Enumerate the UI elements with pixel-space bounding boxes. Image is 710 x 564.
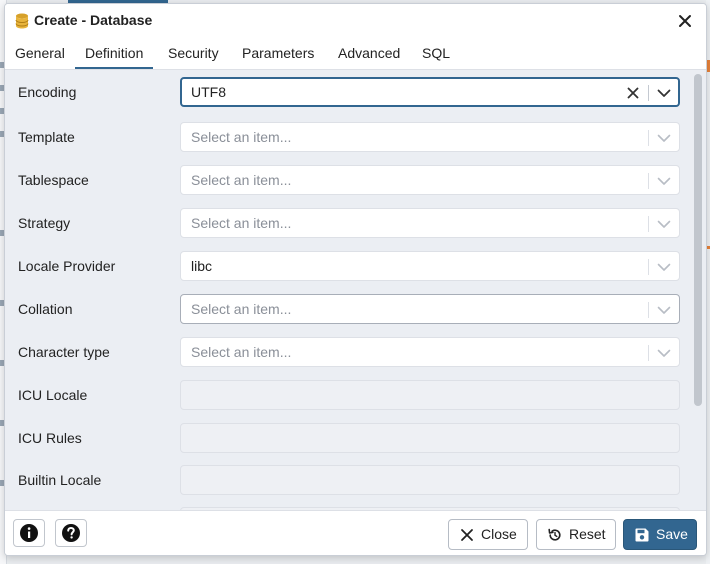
chevron-down-icon[interactable] (656, 302, 672, 318)
tab-security[interactable]: Security (158, 38, 229, 69)
dialog-tabs: General Definition Security Parameters A… (5, 38, 706, 70)
strategy-row: Strategy Select an item... (5, 208, 695, 240)
builtin-locale-label: Builtin Locale (18, 472, 102, 488)
help-button[interactable] (55, 519, 87, 547)
close-button-label: Close (481, 526, 517, 542)
reset-button-label: Reset (569, 526, 606, 542)
builtin-locale-input (180, 465, 680, 495)
chevron-down-icon[interactable] (656, 173, 672, 189)
chevron-down-icon[interactable] (656, 85, 672, 101)
close-button[interactable]: Close (448, 519, 528, 550)
locale-provider-select[interactable]: libc (180, 251, 680, 281)
icu-rules-row: ICU Rules (5, 423, 695, 455)
definition-form: Encoding UTF8 Template Select an item... (5, 70, 706, 510)
close-icon[interactable] (676, 12, 694, 30)
save-button[interactable]: Save (623, 519, 697, 550)
template-select[interactable]: Select an item... (180, 122, 680, 152)
icu-rules-label: ICU Rules (18, 430, 82, 446)
tab-parameters[interactable]: Parameters (232, 38, 324, 69)
strategy-placeholder: Select an item... (191, 215, 292, 231)
collation-select[interactable]: Select an item... (180, 294, 680, 324)
clear-icon[interactable] (625, 85, 641, 101)
select-separator (648, 345, 649, 361)
form-scrollbar[interactable] (694, 74, 702, 406)
dialog-title: Create - Database (34, 12, 153, 28)
chevron-down-icon[interactable] (656, 130, 672, 146)
chevron-down-icon[interactable] (656, 259, 672, 275)
icu-locale-input (180, 380, 680, 410)
tab-definition[interactable]: Definition (75, 38, 154, 69)
database-icon (15, 13, 29, 29)
builtin-locale-row: Builtin Locale (5, 465, 695, 497)
select-separator (648, 173, 649, 189)
select-separator (648, 216, 649, 232)
encoding-select[interactable]: UTF8 (180, 77, 680, 107)
tablespace-placeholder: Select an item... (191, 172, 292, 188)
locale-provider-label: Locale Provider (18, 258, 116, 274)
save-button-label: Save (656, 526, 688, 542)
close-icon (461, 529, 473, 541)
chevron-down-icon[interactable] (656, 345, 672, 361)
encoding-label: Encoding (18, 84, 77, 100)
dialog-titlebar: Create - Database (5, 4, 706, 39)
help-icon (62, 524, 80, 542)
template-row: Template Select an item... (5, 122, 695, 154)
icu-locale-row: ICU Locale (5, 380, 695, 412)
select-separator (648, 85, 649, 101)
template-placeholder: Select an item... (191, 129, 292, 145)
info-button[interactable] (13, 519, 45, 547)
strategy-select[interactable]: Select an item... (180, 208, 680, 238)
tablespace-label: Tablespace (18, 172, 89, 188)
select-separator (648, 259, 649, 275)
character-type-row: Character type Select an item... (5, 337, 695, 369)
reset-icon (548, 528, 561, 541)
tab-advanced[interactable]: Advanced (328, 38, 410, 69)
encoding-value: UTF8 (191, 84, 226, 100)
template-label: Template (18, 129, 75, 145)
info-icon (20, 524, 38, 542)
tab-general[interactable]: General (5, 38, 75, 69)
save-icon (635, 528, 649, 542)
icu-locale-label: ICU Locale (18, 387, 88, 403)
character-type-label: Character type (18, 344, 110, 360)
select-separator (648, 302, 649, 318)
strategy-label: Strategy (18, 215, 71, 231)
locale-provider-value: libc (191, 258, 213, 274)
chevron-down-icon[interactable] (656, 216, 672, 232)
dialog-footer: Close Reset Save (5, 510, 706, 555)
tab-sql[interactable]: SQL (412, 38, 460, 69)
locale-provider-row: Locale Provider libc (5, 251, 695, 283)
collation-label: Collation (18, 301, 73, 317)
character-type-placeholder: Select an item... (191, 344, 292, 360)
tablespace-select[interactable]: Select an item... (180, 165, 680, 195)
reset-button[interactable]: Reset (536, 519, 616, 550)
collation-placeholder: Select an item... (191, 301, 292, 317)
character-type-select[interactable]: Select an item... (180, 337, 680, 367)
tablespace-row: Tablespace Select an item... (5, 165, 695, 197)
collation-row: Collation Select an item... (5, 294, 695, 326)
icu-rules-input (180, 423, 680, 453)
create-database-dialog: Create - Database General Definition Sec… (4, 3, 707, 556)
select-separator (648, 130, 649, 146)
encoding-row: Encoding UTF8 (5, 77, 695, 109)
